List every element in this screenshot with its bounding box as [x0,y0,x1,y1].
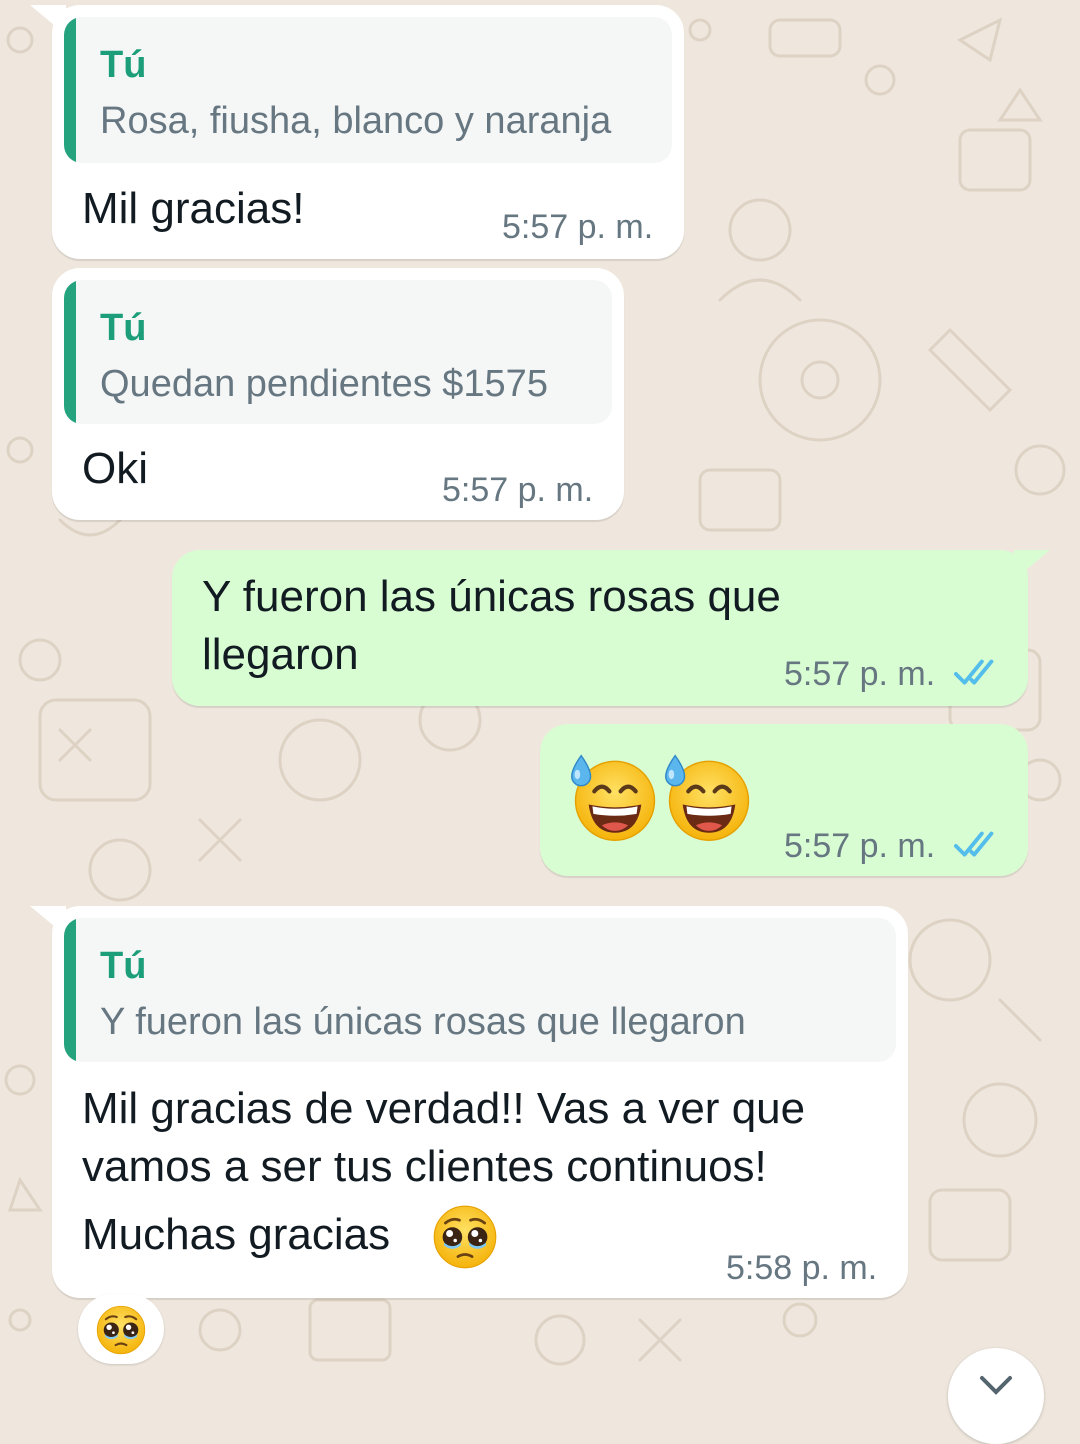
grinning-face-with-sweat-emoji [568,750,662,844]
quote-accent-bar [64,280,76,424]
quoted-message[interactable]: Tú Y fueron las únicas rosas que llegaro… [64,918,896,1062]
bubble-tail [30,906,66,936]
quoted-message[interactable]: Tú Quedan pendientes $1575 [64,280,612,424]
message-time: 5:57 p. m. [784,655,936,693]
quote-author: Tú [100,307,147,349]
message-time: 5:57 p. m. [442,471,594,509]
message-text-line: Muchas gracias [82,1210,391,1259]
message-time: 5:57 p. m. [502,208,654,246]
message-text: Mil gracias! [82,184,305,233]
chevron-down-icon [980,1376,1012,1395]
incoming-message[interactable]: Tú Y fueron las únicas rosas que llegaro… [30,906,908,1298]
quote-author: Tú [100,44,147,86]
quote-text: Y fueron las únicas rosas que llegaron [100,1001,746,1043]
quote-text: Rosa, fiusha, blanco y naranja [100,100,612,142]
message-text-line: llegaron [202,630,359,679]
incoming-message[interactable]: Tú Quedan pendientes $1575 Oki 5:57 p. m… [52,268,624,520]
outgoing-message[interactable]: 5:57 p. m. [540,724,1028,876]
message-text-line: Y fueron las únicas rosas que [202,572,781,621]
quote-accent-bar [64,17,76,163]
bubble-tail [30,5,66,35]
pleading-face-emoji [94,1303,148,1357]
message-reaction[interactable] [78,1294,164,1364]
scroll-to-bottom-button[interactable] [948,1348,1044,1444]
quoted-message[interactable]: Tú Rosa, fiusha, blanco y naranja [64,17,672,163]
message-time: 5:57 p. m. [784,827,936,865]
pleading-face-emoji [430,1202,500,1272]
bubble-tail [1014,550,1050,580]
message-text-line: vamos a ser tus clientes continuos! [82,1142,767,1191]
quote-text: Quedan pendientes $1575 [100,363,548,405]
message-time: 5:58 p. m. [726,1249,878,1287]
message-text: Oki [82,444,148,493]
quote-accent-bar [64,918,76,1062]
double-check-read-icon [954,830,1002,860]
quote-author: Tú [100,945,147,987]
incoming-message[interactable]: Tú Rosa, fiusha, blanco y naranja Mil gr… [30,5,684,259]
message-text-line: Mil gracias de verdad!! Vas a ver que [82,1084,806,1133]
double-check-read-icon [954,658,1002,688]
outgoing-message[interactable]: Y fueron las únicas rosas que llegaron 5… [172,550,1050,706]
grinning-face-with-sweat-emoji [662,750,756,844]
